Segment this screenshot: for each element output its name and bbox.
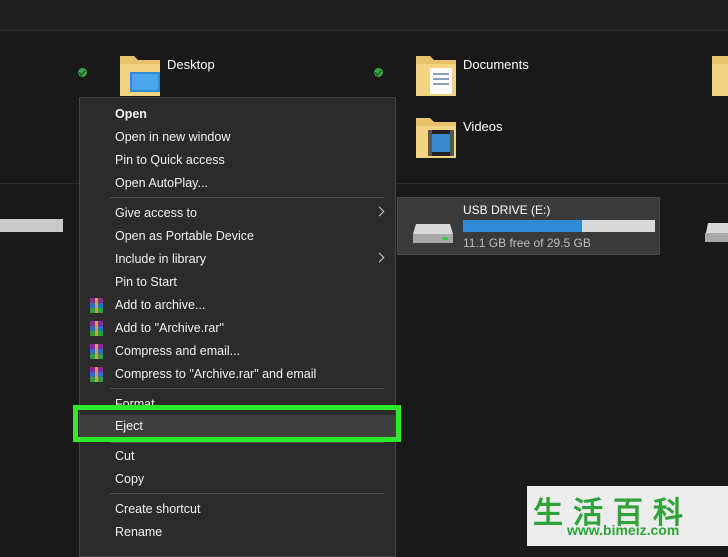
- menu-item-pin-quick-access[interactable]: Pin to Quick access: [80, 149, 395, 172]
- folder-desktop[interactable]: Desktop: [118, 50, 215, 103]
- menu-item-label: Compress and email...: [115, 344, 241, 358]
- menu-separator: [110, 388, 384, 389]
- partial-drive-bar: [0, 219, 63, 232]
- menu-item-label: Open: [115, 107, 147, 121]
- menu-item-label: Add to "Archive.rar": [115, 321, 224, 335]
- menu-item-label: Open in new window: [115, 130, 231, 144]
- menu-separator: [110, 442, 384, 443]
- menu-item-give-access[interactable]: Give access to: [80, 202, 395, 225]
- menu-item-label: Pin to Quick access: [115, 153, 225, 167]
- menu-item-copy[interactable]: Copy: [80, 468, 395, 491]
- drive-icon: [705, 223, 728, 242]
- chevron-right-icon: [374, 206, 385, 217]
- drive-free-space: 11.1 GB free of 29.5 GB: [463, 236, 591, 250]
- menu-item-open[interactable]: Open: [80, 103, 395, 126]
- menu-item-label: Rename: [115, 525, 163, 539]
- menu-item-label: Open AutoPlay...: [115, 176, 208, 190]
- drive-icon: [413, 224, 453, 243]
- menu-item-add-archive[interactable]: Add to archive...: [80, 294, 395, 317]
- menu-separator: [110, 493, 384, 494]
- top-bar: [0, 0, 728, 31]
- winrar-icon: [90, 298, 103, 313]
- menu-item-open-autoplay[interactable]: Open AutoPlay...: [80, 172, 395, 195]
- folder-icon: [712, 56, 728, 96]
- sync-check-icon: [374, 68, 383, 77]
- watermark: 生活百科 www.bimeiz.com: [527, 486, 728, 546]
- menu-item-rename[interactable]: Rename: [80, 521, 395, 544]
- usb-drive-tile[interactable]: USB DRIVE (E:) 11.1 GB free of 29.5 GB: [397, 197, 660, 255]
- menu-item-label: Include in library: [115, 252, 207, 266]
- winrar-icon: [90, 344, 103, 359]
- menu-item-open-new-window[interactable]: Open in new window: [80, 126, 395, 149]
- drive-usage-bar: [463, 220, 655, 232]
- menu-item-label: Copy: [115, 472, 145, 486]
- menu-separator: [110, 197, 384, 198]
- sync-check-icon: [78, 68, 87, 77]
- menu-item-label: Open as Portable Device: [115, 229, 254, 243]
- menu-item-create-shortcut[interactable]: Create shortcut: [80, 498, 395, 521]
- folder-label: Documents: [463, 57, 529, 72]
- eject-highlight-box: [73, 405, 401, 442]
- menu-item-compress-email[interactable]: Compress and email...: [80, 340, 395, 363]
- chevron-right-icon: [374, 252, 385, 263]
- documents-folder-icon: [416, 56, 456, 96]
- menu-item-label: Pin to Start: [115, 275, 177, 289]
- desktop-folder-icon: [120, 56, 160, 96]
- drive-name: USB DRIVE (E:): [463, 203, 551, 217]
- winrar-icon: [90, 367, 103, 382]
- menu-item-pin-start[interactable]: Pin to Start: [80, 271, 395, 294]
- menu-item-include-library[interactable]: Include in library: [80, 248, 395, 271]
- menu-item-label: Give access to: [115, 206, 197, 220]
- menu-item-label: Cut: [115, 449, 135, 463]
- folder-label: Videos: [463, 119, 503, 134]
- menu-item-open-portable[interactable]: Open as Portable Device: [80, 225, 395, 248]
- menu-item-cut[interactable]: Cut: [80, 445, 395, 468]
- context-menu: Open Open in new window Pin to Quick acc…: [79, 97, 396, 557]
- menu-item-label: Compress to "Archive.rar" and email: [115, 367, 317, 381]
- menu-item-compress-rar-email[interactable]: Compress to "Archive.rar" and email: [80, 363, 395, 386]
- videos-folder-icon: [416, 118, 456, 158]
- winrar-icon: [90, 321, 103, 336]
- folder-label: Desktop: [167, 57, 215, 72]
- folder-videos[interactable]: Videos: [414, 112, 503, 165]
- menu-item-add-archive-rar[interactable]: Add to "Archive.rar": [80, 317, 395, 340]
- menu-item-label: Add to archive...: [115, 298, 206, 312]
- watermark-url: www.bimeiz.com: [567, 522, 680, 538]
- menu-item-label: Create shortcut: [115, 502, 201, 516]
- folder-documents[interactable]: Documents: [414, 50, 529, 103]
- drive-usage-fill: [463, 220, 583, 232]
